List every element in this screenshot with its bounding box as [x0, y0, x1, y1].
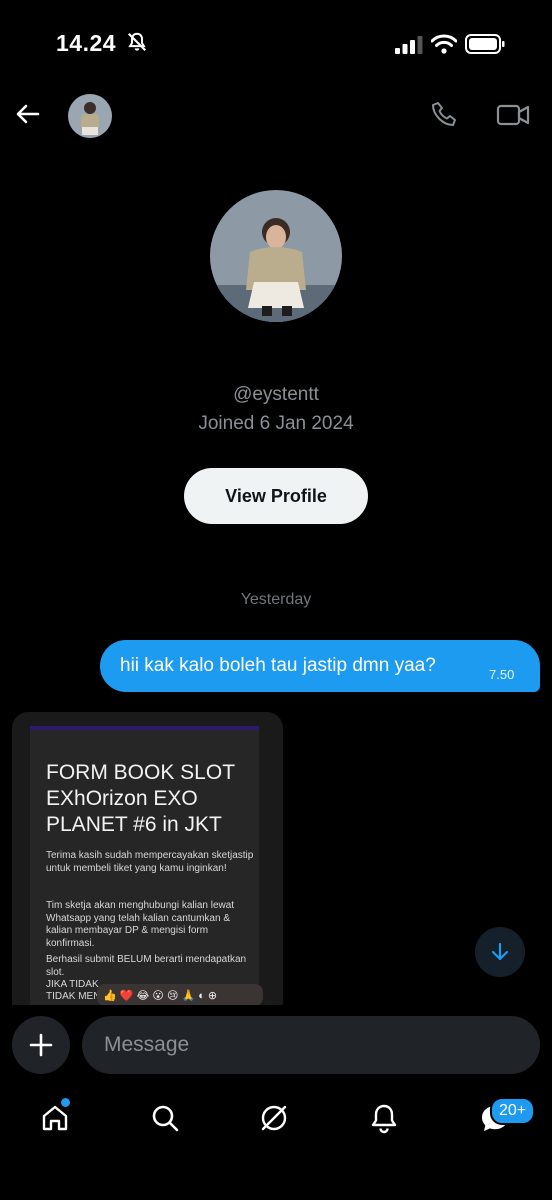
battery-icon: [465, 34, 505, 54]
status-time: 14.24: [56, 30, 117, 56]
grok-icon: [261, 1105, 287, 1131]
back-arrow-icon[interactable]: [14, 100, 42, 128]
arrow-down-icon: [491, 942, 509, 961]
tab-search[interactable]: [145, 1098, 185, 1138]
form-paragraph: Tim sketja akan menghubungi kalian lewat…: [46, 900, 235, 949]
bell-muted-icon: [127, 32, 147, 52]
day-separator: Yesterday: [240, 591, 312, 608]
add-attachment-button[interactable]: [12, 1016, 70, 1074]
tab-notifications[interactable]: [364, 1098, 404, 1138]
view-profile-button[interactable]: View Profile: [184, 468, 368, 524]
tab-grok[interactable]: [254, 1098, 294, 1138]
message-input[interactable]: [82, 1016, 540, 1074]
reaction-picker[interactable]: 👍 ❤️ 😂 😮 😢 🙏 ◐ ⊕: [97, 984, 263, 1006]
messages-badge: 20+: [490, 1097, 536, 1125]
message-timestamp: 7.50: [489, 667, 515, 682]
form-paragraph: Berhasil submit BELUM berarti mendapatka…: [46, 954, 247, 978]
wifi-icon: [431, 34, 457, 54]
shared-image-message[interactable]: FORM BOOK SLOT EXhOrizon EXO PLANET #6 i…: [12, 712, 283, 1012]
joined-date: Joined 6 Jan 2024: [198, 413, 354, 434]
phone-icon[interactable]: [430, 100, 460, 130]
search-icon: [152, 1105, 179, 1132]
plus-icon: [29, 1033, 53, 1057]
profile-avatar[interactable]: [210, 190, 342, 322]
sent-message-text: hii kak kalo boleh tau jastip dmn yaa?: [120, 655, 436, 676]
signal-icon: [395, 36, 423, 54]
profile-handle: @eystentt: [233, 384, 319, 405]
form-title: FORM BOOK SLOT EXhOrizon EXO PLANET #6 i…: [46, 761, 235, 836]
home-notification-dot: [61, 1098, 70, 1107]
form-screenshot: FORM BOOK SLOT EXhOrizon EXO PLANET #6 i…: [30, 726, 259, 1012]
bell-icon: [371, 1104, 397, 1134]
video-call-icon[interactable]: [496, 100, 530, 130]
header-avatar[interactable]: [68, 94, 112, 138]
form-paragraph: Terima kasih sudah mempercayakan sketjas…: [46, 850, 254, 874]
scroll-to-bottom-button[interactable]: [475, 927, 525, 977]
